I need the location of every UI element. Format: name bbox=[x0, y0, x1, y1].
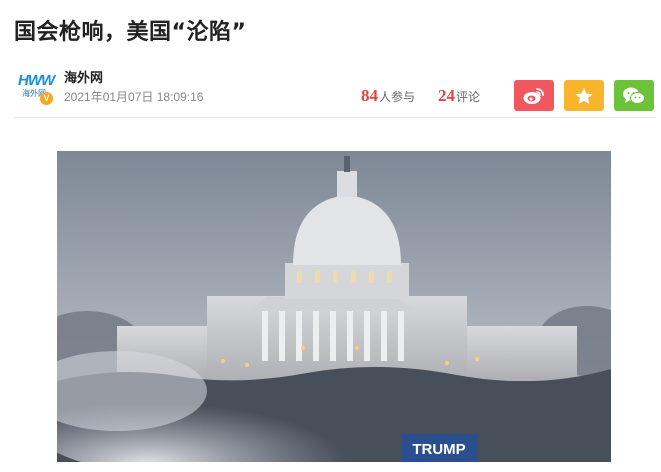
comments-label: 评论 bbox=[456, 90, 481, 104]
weibo-icon bbox=[523, 87, 544, 104]
source-logo[interactable]: HWW 海外网 V bbox=[16, 66, 56, 105]
capitol-photo-image: TRUMP bbox=[57, 151, 611, 462]
article-photo: TRUMP bbox=[57, 151, 611, 462]
publish-time: 2021年01月07日 18:09:16 bbox=[64, 90, 204, 104]
participants-count[interactable]: 84人参与 bbox=[361, 86, 415, 106]
logo-text: HWW bbox=[18, 72, 55, 89]
star-icon bbox=[575, 87, 593, 104]
comments-count[interactable]: 24评论 bbox=[438, 86, 480, 106]
article-meta: HWW 海外网 V 海外网 2021年01月07日 18:09:16 84人参与… bbox=[16, 66, 656, 112]
share-wechat-button[interactable] bbox=[614, 80, 654, 111]
header-divider bbox=[14, 117, 655, 118]
verified-badge-icon: V bbox=[40, 92, 53, 105]
wechat-icon bbox=[623, 87, 645, 104]
participants-number: 84 bbox=[361, 86, 378, 105]
source-name[interactable]: 海外网 bbox=[64, 67, 103, 86]
favorite-button[interactable] bbox=[564, 80, 604, 111]
participants-label: 人参与 bbox=[379, 90, 416, 104]
trump-banner-text: TRUMP bbox=[412, 441, 465, 458]
share-weibo-button[interactable] bbox=[514, 80, 554, 111]
article-title: 国会枪响，美国“沦陷” bbox=[14, 20, 247, 45]
comments-number: 24 bbox=[438, 86, 455, 105]
